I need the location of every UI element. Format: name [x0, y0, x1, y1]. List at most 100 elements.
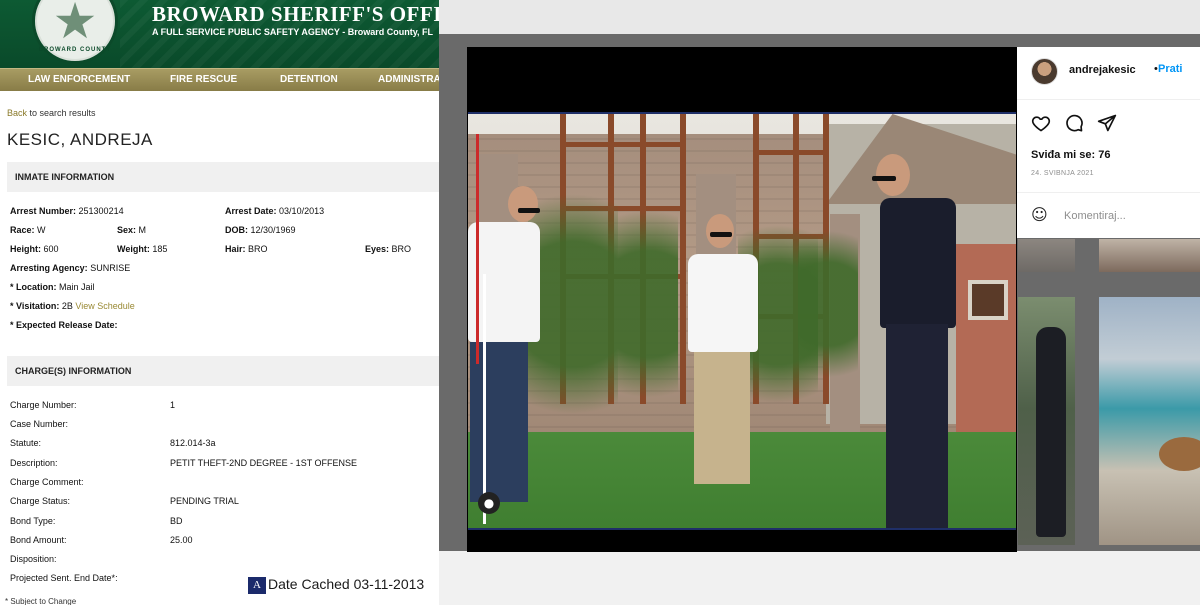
inmate-section-title: INMATE INFORMATION: [15, 172, 115, 182]
seal-text: BROWARD COUNTY: [38, 47, 112, 53]
nav-administration[interactable]: ADMINISTRA: [378, 74, 439, 85]
nav-detention[interactable]: DETENTION: [280, 74, 338, 85]
charge-status-label: Charge Status:: [10, 496, 71, 506]
projected-end-label: Projected Sent. End Date*:: [10, 573, 118, 583]
bond-type-value: BD: [170, 516, 183, 526]
arrest-number-field: Arrest Number: 251300214: [10, 206, 124, 216]
person-head: [706, 214, 734, 248]
charges-section-header: CHARGE(S) INFORMATION: [7, 356, 439, 386]
case-number-label: Case Number:: [10, 419, 69, 429]
person-head: [876, 154, 910, 196]
likes-count[interactable]: Sviđa mi se: 76: [1031, 149, 1111, 161]
sheriff-page: ★ BROWARD COUNTY BROWARD SHERIFF'S OFFIC…: [0, 0, 439, 605]
arrest-date-field: Arrest Date: 03/10/2013: [225, 206, 324, 216]
date-cached-stamp: A Date Cached 03-11-2013: [248, 576, 439, 595]
bond-amount-label: Bond Amount:: [10, 535, 67, 545]
height-value: 600: [43, 244, 59, 254]
charge-number-value: 1: [170, 400, 176, 410]
comment-input[interactable]: Komentiraj...: [1064, 210, 1126, 222]
sex-value: M: [138, 225, 147, 235]
location-label: * Location:: [10, 282, 57, 292]
eyes-label: Eyes:: [365, 244, 390, 254]
release-field: * Expected Release Date:: [10, 320, 118, 330]
divider: [1017, 99, 1200, 100]
weight-field: Weight: 185: [117, 244, 167, 254]
post-side-panel: andrejakesic • Prati Sviđa mi se: 76 24.…: [1017, 47, 1200, 238]
thumbnail-bowl: [1159, 437, 1200, 471]
inmate-section-header: INMATE INFORMATION: [7, 162, 439, 192]
sheriff-nav: LAW ENFORCEMENT FIRE RESCUE DETENTION AD…: [0, 68, 439, 91]
back-to-results: Back to search results: [7, 108, 96, 118]
description-value: PETIT THEFT-2ND DEGREE - 1ST OFFENSE: [170, 458, 358, 468]
instagram-page: ● andrejakesic • Prati Sviđa mi se: 76 2…: [439, 0, 1200, 605]
person-left: [468, 114, 568, 528]
heart-icon[interactable]: [1031, 113, 1051, 133]
disposition-label: Disposition:: [10, 554, 57, 564]
comment-icon[interactable]: [1064, 113, 1084, 133]
post-username[interactable]: andrejakesic: [1069, 64, 1136, 76]
ivy: [798, 204, 858, 404]
user-tag-icon[interactable]: ●: [478, 492, 500, 514]
sunglasses: [872, 176, 896, 181]
sheriff-seal: ★ BROWARD COUNTY: [32, 0, 118, 64]
emoji-icon[interactable]: ☺: [1031, 206, 1049, 224]
person-right: [868, 114, 968, 528]
person-jeans: [470, 342, 528, 502]
sunglasses: [710, 232, 732, 237]
agency-label: Arresting Agency:: [10, 263, 88, 273]
weight-label: Weight:: [117, 244, 150, 254]
location-value: Main Jail: [59, 282, 95, 292]
agency-field: Arresting Agency: SUNRISE: [10, 263, 130, 273]
visitation-label: * Visitation:: [10, 301, 60, 311]
charge-number-label: Charge Number:: [10, 400, 77, 410]
follow-button[interactable]: Prati: [1158, 63, 1182, 75]
hair-label: Hair:: [225, 244, 246, 254]
sex-label: Sex:: [117, 225, 137, 235]
eyes-field: Eyes: BRO: [365, 244, 411, 254]
arrest-date-value: 03/10/2013: [279, 206, 325, 216]
arrest-date-label: Arrest Date:: [225, 206, 277, 216]
release-label: * Expected Release Date:: [10, 320, 118, 330]
race-value: W: [37, 225, 46, 235]
view-schedule-link[interactable]: View Schedule: [75, 301, 134, 311]
grid-thumbnail[interactable]: [1099, 297, 1200, 545]
race-field: Race: W: [10, 225, 46, 235]
height-field: Height: 600: [10, 244, 59, 254]
grid-thumbnail[interactable]: [1018, 239, 1075, 272]
nav-law-enforcement[interactable]: LAW ENFORCEMENT: [28, 74, 130, 85]
height-label: Height:: [10, 244, 41, 254]
grid-thumbnail[interactable]: [1099, 239, 1200, 272]
bond-amount-value: 25.00: [170, 535, 193, 545]
post-date: 24. SVIBNJA 2021: [1031, 170, 1094, 177]
grid-thumbnail[interactable]: [1018, 297, 1075, 545]
page-bottom: [439, 551, 1200, 605]
bond-type-label: Bond Type:: [10, 516, 56, 526]
share-icon[interactable]: [1097, 113, 1117, 133]
cache-icon: A: [248, 577, 266, 594]
back-link[interactable]: Back: [7, 108, 27, 118]
sex-field: Sex: M: [117, 225, 146, 235]
post-photo[interactable]: ●: [468, 112, 1016, 530]
nav-fire-rescue[interactable]: FIRE RESCUE: [170, 74, 237, 85]
dob-value: 12/30/1969: [250, 225, 296, 235]
site-subtitle: A FULL SERVICE PUBLIC SAFETY AGENCY - Br…: [152, 27, 434, 37]
statute-label: Statute:: [10, 438, 42, 448]
agency-value: SUNRISE: [90, 263, 131, 273]
hair-field: Hair: BRO: [225, 244, 268, 254]
avatar[interactable]: [1031, 58, 1058, 85]
visitation-value: 2B: [61, 301, 73, 311]
person-head: [508, 186, 538, 222]
charge-comment-label: Charge Comment:: [10, 477, 84, 487]
weight-value: 185: [152, 244, 168, 254]
trellis-rail: [560, 142, 686, 147]
sunglasses: [518, 208, 540, 213]
person-sweater: [880, 198, 956, 328]
eyes-value: BRO: [391, 244, 412, 254]
arrest-number-label: Arrest Number:: [10, 206, 77, 216]
white-cane: [483, 274, 486, 524]
arrest-number-value: 251300214: [78, 206, 124, 216]
sheriff-header: ★ BROWARD COUNTY BROWARD SHERIFF'S OFFIC…: [0, 0, 439, 68]
hair-value: BRO: [248, 244, 268, 254]
person-trousers: [886, 324, 948, 528]
person-middle: [678, 114, 768, 528]
